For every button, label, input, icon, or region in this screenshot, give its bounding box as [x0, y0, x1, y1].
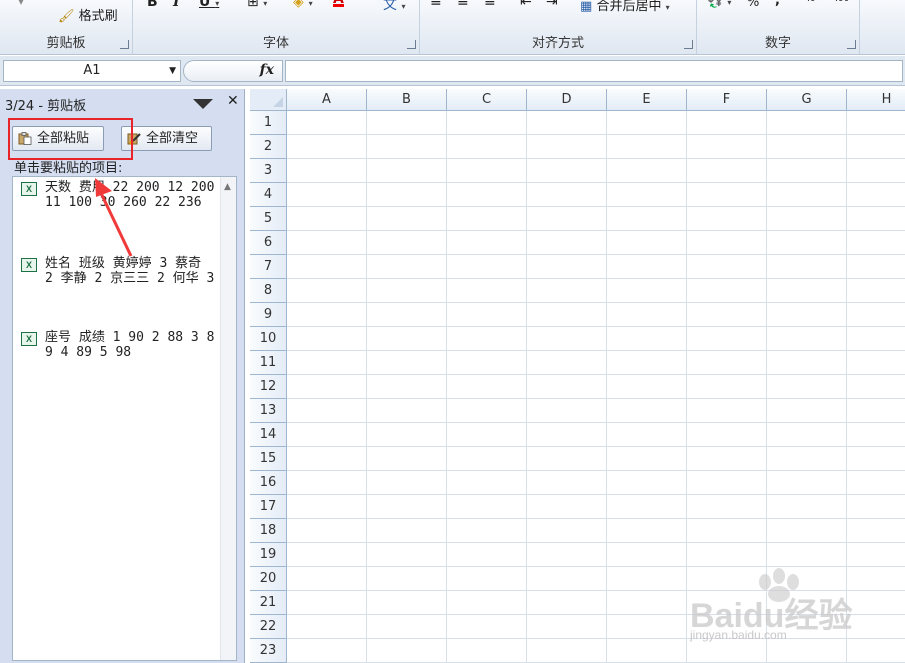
increase-decimal-icon[interactable]: .0←: [807, 0, 823, 4]
clipboard-item[interactable]: X 座号 成绩 1 90 2 88 3 89 4 89 5 98: [19, 330, 215, 360]
clipboard-item-text: 座号 成绩 1 90 2 88 3 89 4 89 5 98: [45, 330, 215, 360]
underline-icon[interactable]: U ▾: [199, 0, 219, 10]
align-center-icon[interactable]: ≡: [457, 0, 469, 10]
clipboard-item[interactable]: X 姓名 班级 黄婷婷 3 蔡奇 2 李静 2 京三三 2 何华 3: [19, 256, 215, 286]
percent-button[interactable]: %: [747, 0, 759, 10]
column-header[interactable]: A: [287, 89, 367, 111]
italic-icon[interactable]: I: [173, 0, 180, 10]
currency-icon[interactable]: 💱 ▾: [707, 0, 731, 9]
excel-icon: X: [21, 332, 37, 346]
watermark-url: jingyan.baidu.com: [690, 628, 787, 642]
clipboard-group: ▾ 🖌 格式刷 剪贴板: [0, 0, 133, 54]
row-header[interactable]: 23: [250, 639, 287, 663]
font-launcher-icon[interactable]: [407, 40, 416, 49]
select-all-corner[interactable]: [250, 89, 287, 111]
group-label-font: 字体: [262, 36, 289, 51]
row-header[interactable]: 17: [250, 495, 287, 519]
scroll-up-icon[interactable]: ▲: [224, 182, 231, 192]
clipboard-item-text: 姓名 班级 黄婷婷 3 蔡奇 2 李静 2 京三三 2 何华 3: [45, 256, 215, 286]
align-left-icon[interactable]: ≡: [430, 0, 442, 10]
column-header[interactable]: E: [607, 89, 687, 111]
align-right-icon[interactable]: ≡: [484, 0, 496, 10]
bold-icon[interactable]: B: [147, 0, 158, 10]
phonetic-icon[interactable]: 文 ▾: [383, 0, 405, 14]
merge-center-label: 合并后居中: [596, 0, 662, 14]
row-header[interactable]: 13: [250, 399, 287, 423]
row-header[interactable]: 5: [250, 207, 287, 231]
row-header[interactable]: 16: [250, 471, 287, 495]
pane-options-icon[interactable]: [193, 99, 213, 109]
clear-all-button[interactable]: 全部清空: [121, 126, 212, 151]
fill-color-icon[interactable]: ◈ ▾: [293, 0, 313, 10]
formula-input[interactable]: [285, 60, 903, 82]
name-box[interactable]: A1 ▼: [3, 60, 181, 82]
alignment-group: ≡ ≡ ≡ ⇤ ⇥ ▦ 合并后居中 ▾ 对齐方式: [420, 0, 697, 54]
pane-scrollbar[interactable]: ▲: [220, 177, 236, 660]
number-launcher-icon[interactable]: [847, 40, 856, 49]
row-header[interactable]: 19: [250, 543, 287, 567]
row-header[interactable]: 1: [250, 111, 287, 135]
annotation-highlight-box: [8, 118, 133, 160]
row-header[interactable]: 8: [250, 279, 287, 303]
row-header[interactable]: 20: [250, 567, 287, 591]
name-box-value: A1: [83, 63, 101, 78]
clipboard-pane: 3/24 - 剪贴板 ✕ 全部粘贴 全部清空 单击要粘贴的项目: X 天数 费用…: [0, 89, 245, 663]
pane-title: 3/24 - 剪贴板: [5, 99, 87, 114]
group-label-alignment: 对齐方式: [531, 36, 584, 51]
column-header[interactable]: F: [687, 89, 767, 111]
formula-bar: A1 ▼ fx: [0, 56, 905, 86]
font-group: B I U ▾ ⊞ ▾ ◈ ▾ A 文 ▾ 字体: [133, 0, 420, 54]
row-header[interactable]: 22: [250, 615, 287, 639]
close-icon[interactable]: ✕: [227, 93, 239, 109]
row-header[interactable]: 3: [250, 159, 287, 183]
clipboard-launcher-icon[interactable]: [120, 40, 129, 49]
formula-tools: fx: [183, 60, 283, 82]
increase-indent-icon[interactable]: ⇥: [546, 0, 558, 10]
row-header[interactable]: 4: [250, 183, 287, 207]
row-header[interactable]: 18: [250, 519, 287, 543]
clipboard-item-text: 天数 费用 22 200 12 200 11 100 30 260 22 236: [45, 180, 215, 210]
excel-icon: X: [21, 258, 37, 272]
watermark: Baidu经验 jingyan.baidu.com: [690, 568, 900, 658]
column-header[interactable]: H: [847, 89, 905, 111]
brush-icon: 🖌: [58, 9, 75, 24]
number-group: 💱 ▾ % , .0← .00→ 数字: [697, 0, 860, 54]
format-painter-label: 格式刷: [78, 9, 118, 24]
chevron-down-icon[interactable]: ▼: [169, 61, 176, 81]
comma-button[interactable]: ,: [775, 0, 780, 8]
paste-dropdown-icon[interactable]: ▾: [18, 0, 24, 8]
column-header[interactable]: C: [447, 89, 527, 111]
column-header[interactable]: D: [527, 89, 607, 111]
row-header[interactable]: 12: [250, 375, 287, 399]
decrease-decimal-icon[interactable]: .00→: [835, 0, 857, 4]
column-header[interactable]: G: [767, 89, 847, 111]
alignment-launcher-icon[interactable]: [684, 40, 693, 49]
merge-icon: ▦: [580, 0, 593, 14]
row-header[interactable]: 10: [250, 327, 287, 351]
row-header[interactable]: 21: [250, 591, 287, 615]
decrease-indent-icon[interactable]: ⇤: [520, 0, 532, 10]
clear-all-label: 全部清空: [146, 131, 199, 146]
clipboard-item-list: X 天数 费用 22 200 12 200 11 100 30 260 22 2…: [12, 176, 237, 661]
column-header[interactable]: B: [367, 89, 447, 111]
format-painter-button[interactable]: 🖌 格式刷: [58, 5, 118, 24]
row-header[interactable]: 6: [250, 231, 287, 255]
ribbon: ▾ 🖌 格式刷 剪贴板 B I U ▾ ⊞ ▾ ◈ ▾ A 文 ▾ 字体 ≡ ≡…: [0, 0, 905, 55]
row-header[interactable]: 15: [250, 447, 287, 471]
styles-group: [860, 0, 905, 54]
pane-hint: 单击要粘贴的项目:: [14, 161, 123, 176]
excel-icon: X: [21, 182, 37, 196]
row-header[interactable]: 2: [250, 135, 287, 159]
row-header[interactable]: 11: [250, 351, 287, 375]
row-header[interactable]: 14: [250, 423, 287, 447]
insert-function-icon[interactable]: fx: [260, 62, 274, 78]
group-label-clipboard: 剪贴板: [46, 36, 86, 51]
merge-center-button[interactable]: ▦ 合并后居中 ▾: [580, 0, 670, 14]
group-label-number: 数字: [764, 36, 791, 51]
row-header[interactable]: 7: [250, 255, 287, 279]
clipboard-item[interactable]: X 天数 费用 22 200 12 200 11 100 30 260 22 2…: [19, 180, 215, 210]
row-header[interactable]: 9: [250, 303, 287, 327]
font-color-icon[interactable]: A: [333, 0, 344, 7]
border-icon[interactable]: ⊞ ▾: [247, 0, 267, 10]
